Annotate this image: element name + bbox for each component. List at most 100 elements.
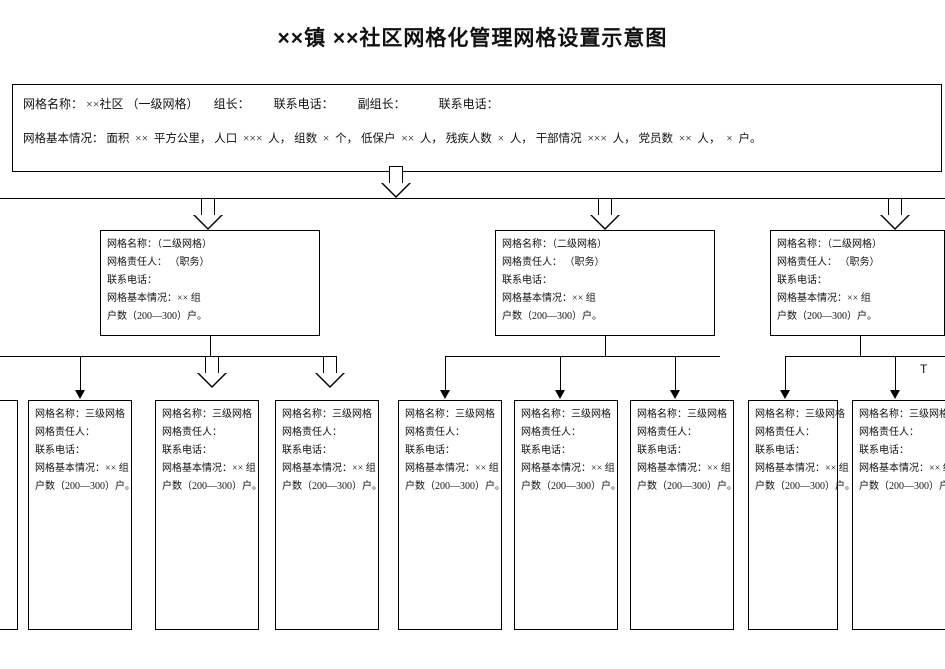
l3-name: 网格名称：三级网格	[521, 407, 611, 423]
l3-hh: 户数（200—300）户。	[755, 479, 831, 495]
l3-hh: 户数（200—300）户。	[859, 479, 939, 495]
l2-name: 网格名称：（二级网格）	[502, 237, 708, 253]
l3-hh: 户数（200—300）户。	[282, 479, 372, 495]
level1-row2: 网格基本情况： 面积 ×× 平方公里， 人口 ××× 人， 组数 × 个， 低保…	[23, 130, 931, 146]
connector-line	[675, 356, 676, 390]
arrowhead-icon	[670, 390, 680, 399]
cadre-value: ×××	[587, 133, 606, 145]
l3-phone: 联系电话：	[637, 443, 727, 459]
basic-label: 网格基本情况：	[23, 133, 104, 145]
deputy-label: 副组长：	[358, 97, 406, 111]
arrow-down-icon	[315, 356, 345, 388]
arrow-down-icon	[590, 198, 620, 230]
cadre-unit: 人，	[613, 133, 636, 145]
party-unit: 人，	[698, 133, 721, 145]
page-title: ××镇 ××社区网格化管理网格设置示意图	[0, 22, 945, 52]
area-unit: 平方公里，	[154, 133, 212, 145]
l3-name: 网格名称：三级网格	[35, 407, 125, 423]
arrowhead-icon	[555, 390, 565, 399]
l3-owner: 网格责任人：	[282, 425, 372, 441]
l2-hh: 户数（200—300）户。	[777, 309, 938, 325]
level1-box: 网格名称： ××社区 （一级网格） 组长： 联系电话： 副组长： 联系电话： 网…	[12, 84, 942, 172]
disabled-unit: 人，	[510, 133, 533, 145]
l2-name: 网格名称：（二级网格）	[777, 237, 938, 253]
l3-hh: 户数（200—300）户。	[521, 479, 611, 495]
l2-basic: 网格基本情况：×× 组	[502, 291, 708, 307]
l3-hh: 户数（200—300）户。	[35, 479, 125, 495]
connector-line	[895, 356, 896, 390]
l3-owner: 网格责任人：	[521, 425, 611, 441]
level3-box: 网格名称：三级网格 网格责任人： 联系电话： 网格基本情况：×× 组 户数（20…	[28, 400, 132, 630]
group-unit: 个，	[335, 133, 358, 145]
party-label: 党员数	[639, 133, 674, 145]
l2-phone: 联系电话：	[777, 273, 938, 289]
level3-box: 网格名称：三级网格 网格责任人： 联系电话： 网格基本情况：×× 组 户数（20…	[852, 400, 945, 630]
leader-phone-label: 联系电话：	[274, 97, 334, 111]
l2-name: 网格名称：（二级网格）	[107, 237, 313, 253]
l3-phone: 联系电话：	[405, 443, 495, 459]
grid-name-value: ××社区 （一级网格）	[86, 97, 199, 111]
arrow-down-icon	[193, 198, 223, 230]
level3-box: 网格名称：三级网格 网格责任人： 联系电话： 网格基本情况：×× 组 户数（20…	[748, 400, 838, 630]
arrow-down-icon	[880, 198, 910, 230]
l3-basic: 网格基本情况：×× 组	[405, 461, 495, 477]
l3-basic: 网格基本情况：×× 组	[755, 461, 831, 477]
hh-unit: 户。	[739, 133, 762, 145]
diagram-root: ××镇 ××社区网格化管理网格设置示意图 网格名称： ××社区 （一级网格） 组…	[0, 0, 945, 669]
party-value: ××	[679, 133, 692, 145]
connector-line	[860, 336, 861, 356]
group-value: ×	[323, 133, 330, 145]
group-label: 组数	[294, 133, 317, 145]
leader-label: 组长：	[214, 97, 250, 111]
arrow-down-icon	[381, 166, 411, 198]
connector-line	[785, 356, 786, 390]
l3-hh: 户数（200—300）户。	[637, 479, 727, 495]
l3-phone: 联系电话：	[162, 443, 252, 459]
level3-box: 网格名称：三级网格 网格责任人： 联系电话： 网格基本情况：×× 组 户数（20…	[398, 400, 502, 630]
connector-line	[445, 356, 446, 390]
connector-line	[210, 336, 211, 356]
l3-name: 网格名称：三级网格	[859, 407, 939, 423]
connector-line	[0, 198, 945, 199]
l3-name: 网格名称：三级网格	[282, 407, 372, 423]
l3-basic: 网格基本情况：×× 组	[859, 461, 939, 477]
l2-basic: 网格基本情况：×× 组	[777, 291, 938, 307]
arrowhead-icon	[890, 390, 900, 399]
level2-box: 网格名称：（二级网格） 网格责任人： （职务） 联系电话： 网格基本情况：×× …	[495, 230, 715, 336]
grid-name-label: 网格名称：	[23, 97, 83, 111]
connector-line	[605, 336, 606, 356]
l3-basic: 网格基本情况：×× 组	[637, 461, 727, 477]
cadre-label: 干部情况	[536, 133, 582, 145]
l2-hh: 户数（200—300）户。	[502, 309, 708, 325]
connector-line	[560, 356, 561, 390]
connector-line	[80, 356, 81, 390]
dibao-label: 低保户	[361, 133, 396, 145]
level3-box: 网格名称：三级网格 网格责任人： 联系电话： 网格基本情况：×× 组 户数（20…	[630, 400, 734, 630]
connector-line	[785, 356, 945, 357]
l3-owner: 网格责任人：	[35, 425, 125, 441]
area-value: ××	[135, 133, 148, 145]
l3-owner: 网格责任人：	[755, 425, 831, 441]
l3-hh: 户数（200—300）户。	[162, 479, 252, 495]
t-mark: T	[920, 362, 927, 376]
arrowhead-icon	[75, 390, 85, 399]
dibao-unit: 人，	[420, 133, 443, 145]
hh-value: ×	[726, 133, 733, 145]
l3-name: 网格名称：三级网格	[755, 407, 831, 423]
connector-line	[0, 356, 330, 357]
level3-box-cut	[0, 400, 18, 630]
level2-box: 网格名称：（二级网格） 网格责任人： （职务） 联系电话： 网格基本情况：×× …	[770, 230, 945, 336]
l2-phone: 联系电话：	[107, 273, 313, 289]
l3-phone: 联系电话：	[859, 443, 939, 459]
l2-owner: 网格责任人： （职务）	[502, 255, 708, 271]
l3-hh: 户数（200—300）户。	[405, 479, 495, 495]
area-label: 面积	[106, 133, 129, 145]
pop-label: 人口	[214, 133, 237, 145]
level3-box: 网格名称：三级网格 网格责任人： 联系电话： 网格基本情况：×× 组 户数（20…	[155, 400, 259, 630]
l3-phone: 联系电话：	[35, 443, 125, 459]
l3-phone: 联系电话：	[521, 443, 611, 459]
l3-owner: 网格责任人：	[859, 425, 939, 441]
disabled-value: ×	[498, 133, 505, 145]
l2-hh: 户数（200—300）户。	[107, 309, 313, 325]
pop-value: ×××	[243, 133, 262, 145]
